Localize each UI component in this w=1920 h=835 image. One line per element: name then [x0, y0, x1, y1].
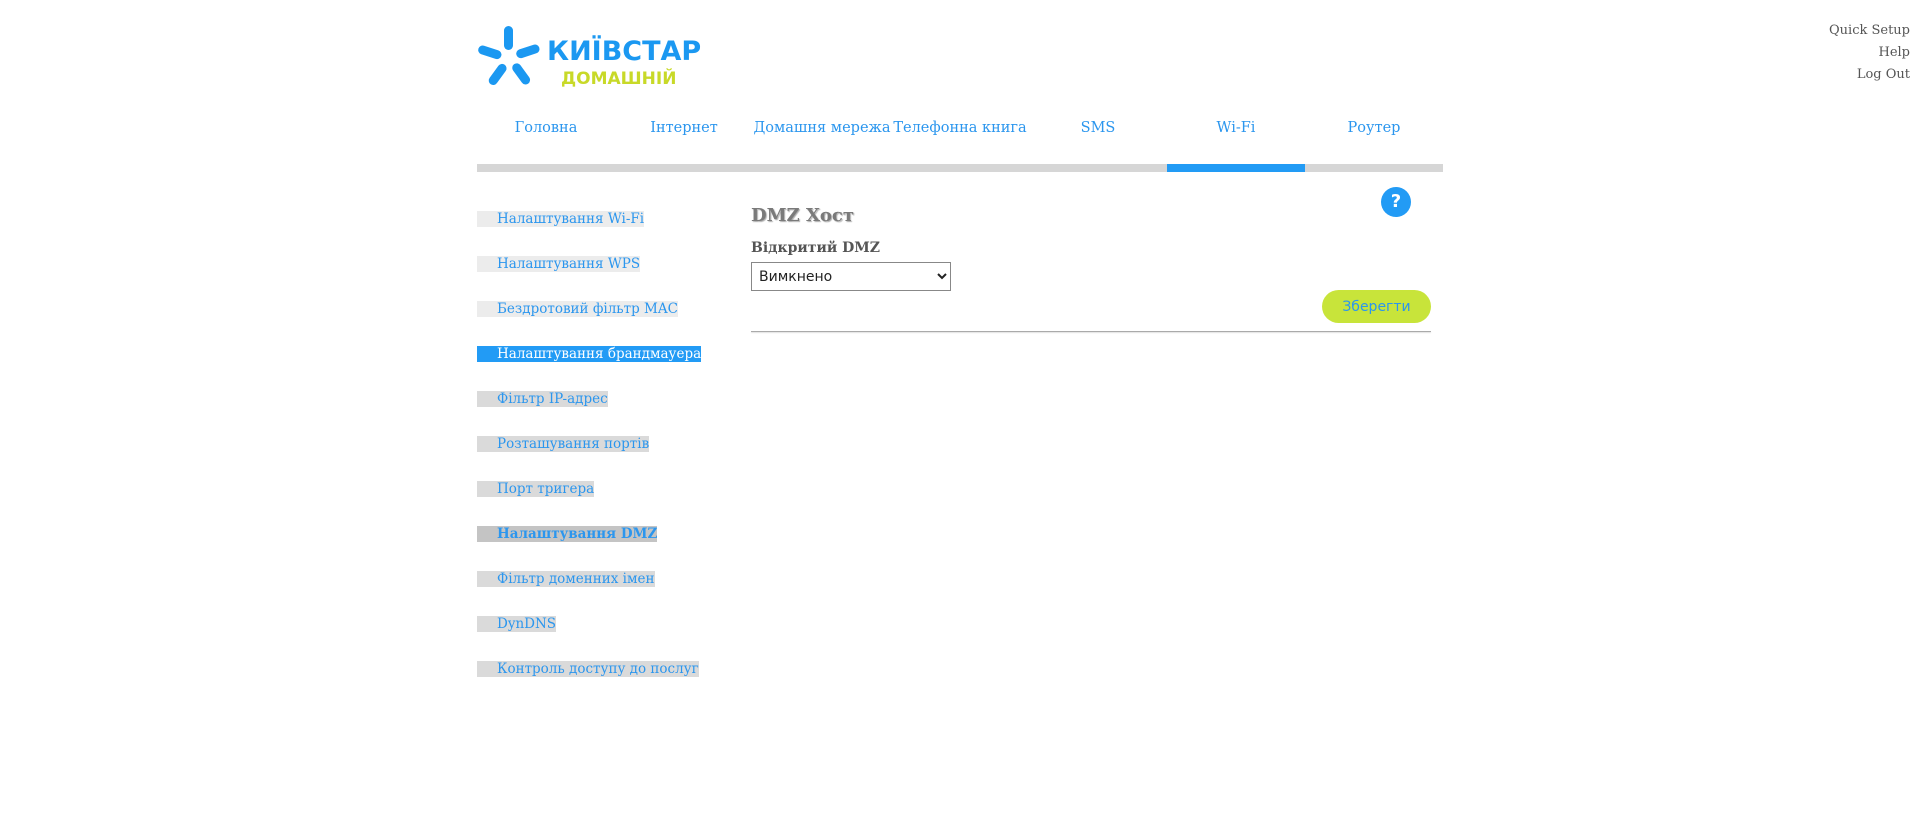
sidebar-item-dmz-settings[interactable]: Налаштування DMZ	[477, 526, 658, 542]
star-icon	[478, 26, 540, 86]
logo-sub-text: ДОМАШНІЙ	[561, 69, 677, 89]
logout-link[interactable]: Log Out	[1829, 64, 1910, 86]
tab-home[interactable]: Головна	[477, 110, 615, 164]
save-button[interactable]: Зберегти	[1322, 290, 1431, 323]
nav-active-indicator	[1167, 164, 1305, 172]
main-navigation: Головна Інтернет Домашня мережа Телефонн…	[477, 110, 1443, 172]
sidebar-item-dyndns[interactable]: DynDNS	[477, 616, 557, 632]
content-panel: DMZ Хост Відкритий DMZ Вимкнено Зберегти	[751, 205, 1431, 332]
logo-brand-text: КИЇВСТАР	[547, 36, 702, 67]
tab-phonebook[interactable]: Телефонна книга	[891, 110, 1029, 164]
sidebar-item-port-mapping[interactable]: Розташування портів	[477, 436, 650, 452]
nav-underline	[477, 164, 1443, 172]
sidebar-item-firewall-settings[interactable]: Налаштування брандмауера	[477, 346, 702, 362]
sidebar-item-wifi-settings[interactable]: Налаштування Wi-Fi	[477, 211, 645, 227]
sidebar-item-service-access-control[interactable]: Контроль доступу до послуг	[477, 661, 699, 677]
open-dmz-select[interactable]: Вимкнено	[751, 262, 951, 291]
sidebar-item-wps-settings[interactable]: Налаштування WPS	[477, 256, 641, 272]
sidebar-item-ip-filter[interactable]: Фільтр IP-адрес	[477, 391, 608, 407]
sidebar-item-mac-filter[interactable]: Бездротовий фільтр MAC	[477, 301, 678, 317]
open-dmz-label: Відкритий DMZ	[751, 240, 880, 256]
content-divider	[751, 331, 1431, 332]
top-links: Quick Setup Help Log Out	[1829, 20, 1910, 86]
tab-router[interactable]: Роутер	[1305, 110, 1443, 164]
sidebar-item-domain-filter[interactable]: Фільтр доменних імен	[477, 571, 655, 587]
quick-setup-link[interactable]: Quick Setup	[1829, 20, 1910, 42]
sidebar-item-port-trigger[interactable]: Порт тригера	[477, 481, 595, 497]
help-link[interactable]: Help	[1829, 42, 1910, 64]
sidebar: Налаштування Wi-Fi Налаштування WPS Безд…	[477, 197, 711, 692]
tab-wifi[interactable]: Wi-Fi	[1167, 110, 1305, 164]
save-row: Зберегти	[751, 290, 1431, 331]
tab-home-network[interactable]: Домашня мережа	[753, 110, 891, 164]
tab-internet[interactable]: Інтернет	[615, 110, 753, 164]
tab-sms[interactable]: SMS	[1029, 110, 1167, 164]
page-title: DMZ Хост	[751, 205, 855, 226]
kyivstar-logo: КИЇВСТАР ДОМАШНІЙ	[475, 24, 701, 92]
